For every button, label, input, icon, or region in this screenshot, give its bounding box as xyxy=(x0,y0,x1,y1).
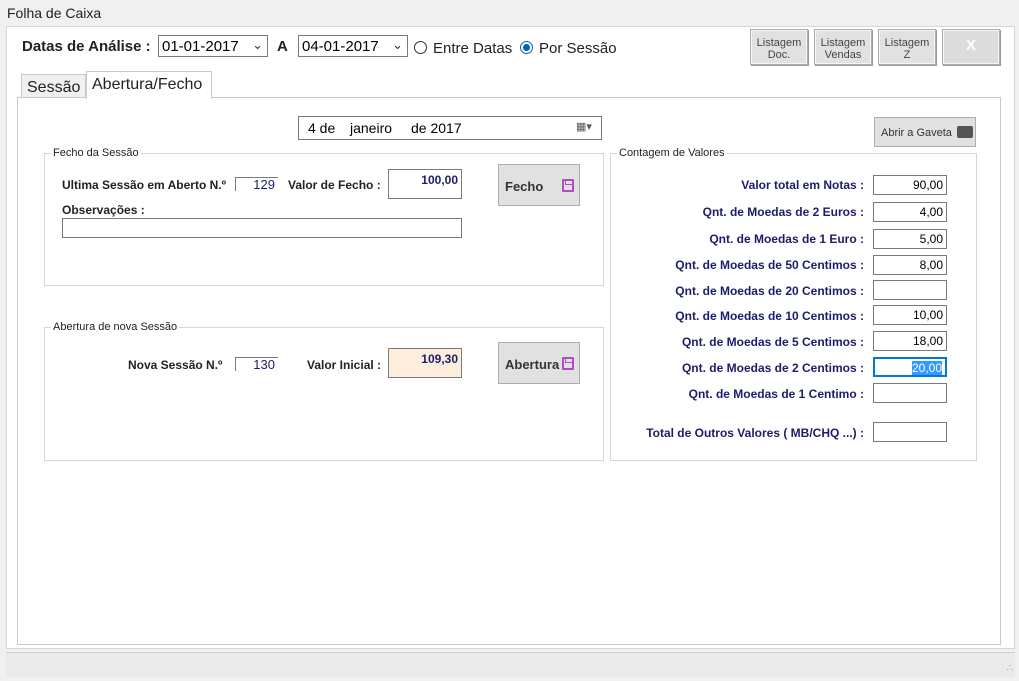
notes-label: Observações : xyxy=(62,203,145,217)
date-to-value: 04-01-2017 xyxy=(302,38,379,55)
listing-sales-line1: Listagem xyxy=(820,37,866,49)
last-session-number: 129 xyxy=(235,177,278,192)
fecho-button[interactable]: Fecho xyxy=(498,164,580,206)
new-session-value: 130 xyxy=(253,357,275,372)
tab-abertura-fecho-label: Abertura/Fecho xyxy=(92,76,203,93)
other-values-label: Total de Outros Valores ( MB/CHQ ...) : xyxy=(646,426,864,440)
radio-between-dates[interactable] xyxy=(414,41,427,54)
coins-1c-label: Qnt. de Moedas de 1 Centimo : xyxy=(688,387,864,401)
tab-abertura-fecho[interactable]: Abertura/Fecho xyxy=(86,71,212,99)
initial-value: 109,30 xyxy=(421,352,458,366)
coins-5c-value: 18,00 xyxy=(912,334,943,348)
coins-2c-field[interactable]: 20,00 xyxy=(873,357,947,377)
notes-total-label: Valor total em Notas : xyxy=(741,178,864,192)
other-values-field[interactable] xyxy=(873,422,947,442)
notes-total-value: 90,00 xyxy=(912,178,943,192)
coins-20c-field[interactable] xyxy=(873,280,947,300)
listing-doc-line2: Doc. xyxy=(767,49,791,61)
coins-1eur-field[interactable]: 5,00 xyxy=(873,229,947,249)
close-value: 100,00 xyxy=(421,173,458,187)
printer-icon xyxy=(957,126,973,138)
abertura-button[interactable]: Abertura xyxy=(498,342,580,384)
coins-10c-label: Qnt. de Moedas de 10 Centimos : xyxy=(675,309,864,323)
window-title: Folha de Caixa xyxy=(7,5,102,21)
initial-value-field[interactable]: 109,30 xyxy=(388,348,462,378)
coins-1eur-label: Qnt. de Moedas de 1 Euro : xyxy=(709,232,864,246)
new-session-label: Nova Sessão N.º xyxy=(128,358,223,372)
listing-sales-button[interactable]: Listagem Vendas xyxy=(814,29,872,65)
coins-5c-field[interactable]: 18,00 xyxy=(873,331,947,351)
listing-z-button[interactable]: Listagem Z xyxy=(878,29,936,65)
coins-2c-label: Qnt. de Moedas de 2 Centimos : xyxy=(681,361,864,375)
date-to-select[interactable]: 04-01-2017 ⌄ xyxy=(298,35,408,57)
status-bar: ∴ xyxy=(6,652,1015,677)
save-icon xyxy=(562,357,574,370)
listing-z-line2: Z xyxy=(903,49,911,61)
radio-by-session-label[interactable]: Por Sessão xyxy=(539,40,617,57)
close-value-field[interactable]: 100,00 xyxy=(388,169,462,199)
date-picker-month: janeiro xyxy=(350,120,393,136)
group-fecho-title: Fecho da Sessão xyxy=(51,147,141,159)
coins-2c-value: 20,00 xyxy=(911,361,942,375)
abertura-button-label: Abertura xyxy=(505,357,560,372)
date-picker-year: de 2017 xyxy=(411,120,462,136)
coins-10c-field[interactable]: 10,00 xyxy=(873,305,947,325)
coins-10c-value: 10,00 xyxy=(912,308,943,322)
date-from-value: 01-01-2017 xyxy=(162,38,239,55)
coins-50c-value: 8,00 xyxy=(919,258,943,272)
initial-value-label: Valor Inicial : xyxy=(307,358,382,372)
coins-1eur-value: 5,00 xyxy=(919,232,943,246)
close-value-label: Valor de Fecho : xyxy=(288,178,381,192)
last-session-label: Ultima Sessão em Aberto N.º xyxy=(62,178,226,192)
new-session-number: 130 xyxy=(235,357,278,372)
radio-between-dates-label[interactable]: Entre Datas xyxy=(433,40,512,57)
analysis-dates-label: Datas de Análise : xyxy=(22,38,151,55)
notes-field[interactable] xyxy=(62,218,462,238)
listing-sales-line2: Vendas xyxy=(824,49,862,61)
coins-20c-label: Qnt. de Moedas de 20 Centimos : xyxy=(675,284,864,298)
save-icon xyxy=(562,179,574,192)
last-session-value: 129 xyxy=(253,177,275,192)
coins-50c-label: Qnt. de Moedas de 50 Centimos : xyxy=(675,258,864,272)
tab-sessao-label: Sessão xyxy=(27,79,81,96)
calendar-icon[interactable]: ▦▾ xyxy=(576,120,592,133)
group-abertura-title: Abertura de nova Sessão xyxy=(51,321,180,333)
coins-5c-label: Qnt. de Moedas de 5 Centimos : xyxy=(681,335,864,349)
coins-2eur-value: 4,00 xyxy=(919,205,943,219)
tab-sessao[interactable]: Sessão xyxy=(21,74,86,98)
open-drawer-label: Abrir a Gaveta xyxy=(881,127,952,139)
session-date-picker[interactable]: 4 de janeiro de 2017 ▦▾ xyxy=(298,116,602,140)
listing-doc-line1: Listagem xyxy=(756,37,802,49)
coins-2eur-field[interactable]: 4,00 xyxy=(873,202,947,222)
listing-doc-button[interactable]: Listagem Doc. xyxy=(750,29,808,65)
resize-grip-icon[interactable]: ∴ xyxy=(1001,663,1013,675)
open-drawer-button[interactable]: Abrir a Gaveta xyxy=(874,117,976,147)
date-from-select[interactable]: 01-01-2017 ⌄ xyxy=(158,35,268,57)
title-bar: Folha de Caixa xyxy=(0,0,1019,26)
chevron-down-icon: ⌄ xyxy=(252,37,263,52)
radio-by-session[interactable] xyxy=(520,41,533,54)
listing-z-line1: Listagem xyxy=(884,37,930,49)
chevron-down-icon: ⌄ xyxy=(392,37,403,52)
coins-2eur-label: Qnt. de Moedas de 2 Euros : xyxy=(702,205,864,219)
close-button[interactable]: X xyxy=(942,29,1000,65)
fecho-button-label: Fecho xyxy=(505,179,544,194)
date-picker-day: 4 de xyxy=(308,120,336,136)
group-contagem-title: Contagem de Valores xyxy=(617,147,727,159)
close-icon: X xyxy=(965,37,976,54)
date-separator: A xyxy=(277,38,288,55)
coins-50c-field[interactable]: 8,00 xyxy=(873,255,947,275)
notes-total-field[interactable]: 90,00 xyxy=(873,175,947,195)
coins-1c-field[interactable] xyxy=(873,383,947,403)
